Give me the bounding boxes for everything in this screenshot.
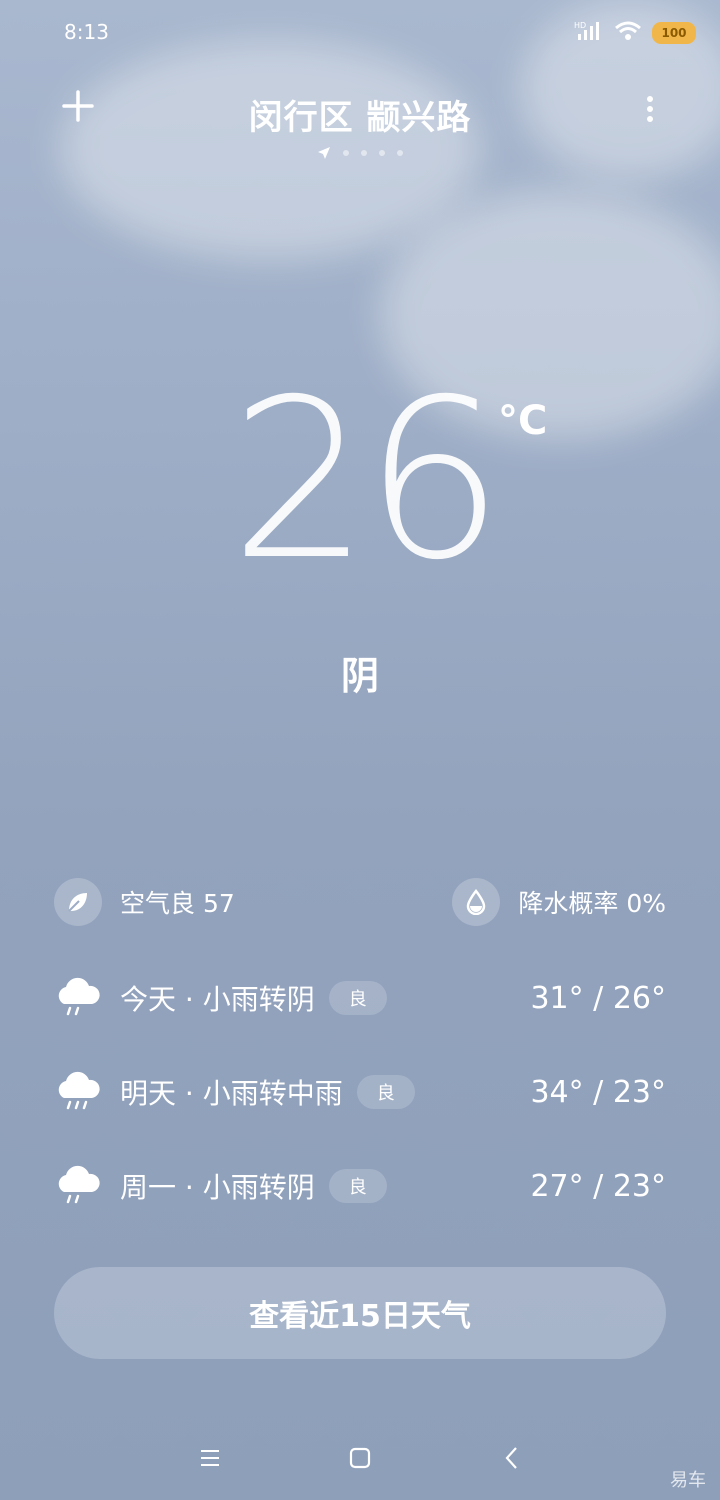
temperature-range: 27° / 23°: [530, 1168, 666, 1204]
rain-probability[interactable]: 降水概率 0%: [452, 878, 666, 926]
top-bar: 闵行区 颛兴路: [0, 86, 720, 146]
nav-home-button[interactable]: [330, 1428, 390, 1488]
forecast-row-today[interactable]: 今天 · 小雨转阴 良 31° / 26°: [54, 968, 666, 1028]
temperature-unit: °C: [498, 398, 548, 444]
view-15-day-button[interactable]: 查看近15日天气: [54, 1267, 666, 1359]
watermark: 易车: [670, 1470, 706, 1491]
more-vertical-icon: [638, 86, 662, 122]
air-quality[interactable]: 空气良 57: [54, 878, 235, 926]
signal-icon: HD: [574, 20, 604, 46]
battery-indicator: 100: [652, 22, 696, 44]
page-dot: [397, 150, 403, 156]
current-condition: 阴: [340, 654, 379, 698]
network-type-label: HD: [574, 21, 586, 30]
menu-lines-icon: [201, 1450, 219, 1466]
location-title: 闵行区 颛兴路: [248, 98, 472, 138]
home-square-icon: [349, 1447, 371, 1469]
page-dot: [379, 150, 385, 156]
status-icons: HD 100: [574, 20, 696, 46]
forecast-day-label: 明天 · 小雨转中雨: [120, 1077, 343, 1110]
cloud-rain-icon: [58, 977, 100, 1016]
page-dot: [343, 150, 349, 156]
cloud-rain-icon: [58, 1071, 100, 1110]
status-bar: 8:13 HD 100: [0, 18, 720, 48]
aqi-badge: 良: [328, 981, 387, 1015]
wifi-icon: [614, 20, 642, 46]
aqi-badge: 良: [356, 1075, 415, 1109]
rain-probability-label: 降水概率 0%: [518, 889, 666, 918]
forecast-day-label: 今天 · 小雨转阴: [120, 983, 315, 1016]
system-nav-bar: [0, 1428, 720, 1488]
forecast-day-label: 周一 · 小雨转阴: [120, 1171, 315, 1204]
page-indicator: [0, 146, 720, 160]
nav-back-button[interactable]: [482, 1428, 542, 1488]
temperature-range: 34° / 23°: [530, 1074, 666, 1110]
aqi-badge: 良: [328, 1169, 387, 1203]
temperature-range: 31° / 26°: [530, 980, 666, 1016]
more-menu-button[interactable]: [638, 86, 662, 126]
droplet-icon: [452, 878, 501, 926]
nav-menu-button[interactable]: [180, 1428, 240, 1488]
back-chevron-icon: [505, 1447, 517, 1469]
leaf-icon: [54, 878, 102, 926]
location-arrow-icon: [318, 147, 330, 159]
air-quality-label: 空气良 57: [120, 889, 235, 918]
page-dot: [361, 150, 367, 156]
forecast-row-tomorrow[interactable]: 明天 · 小雨转中雨 良 34° / 23°: [54, 1062, 666, 1122]
cloud-rain-icon: [58, 1165, 100, 1204]
current-temperature: 26: [230, 352, 504, 608]
status-time: 8:13: [64, 20, 109, 44]
metrics-row: 空气良 57 降水概率 0%: [54, 878, 666, 928]
forecast-row-monday[interactable]: 周一 · 小雨转阴 良 27° / 23°: [54, 1156, 666, 1216]
